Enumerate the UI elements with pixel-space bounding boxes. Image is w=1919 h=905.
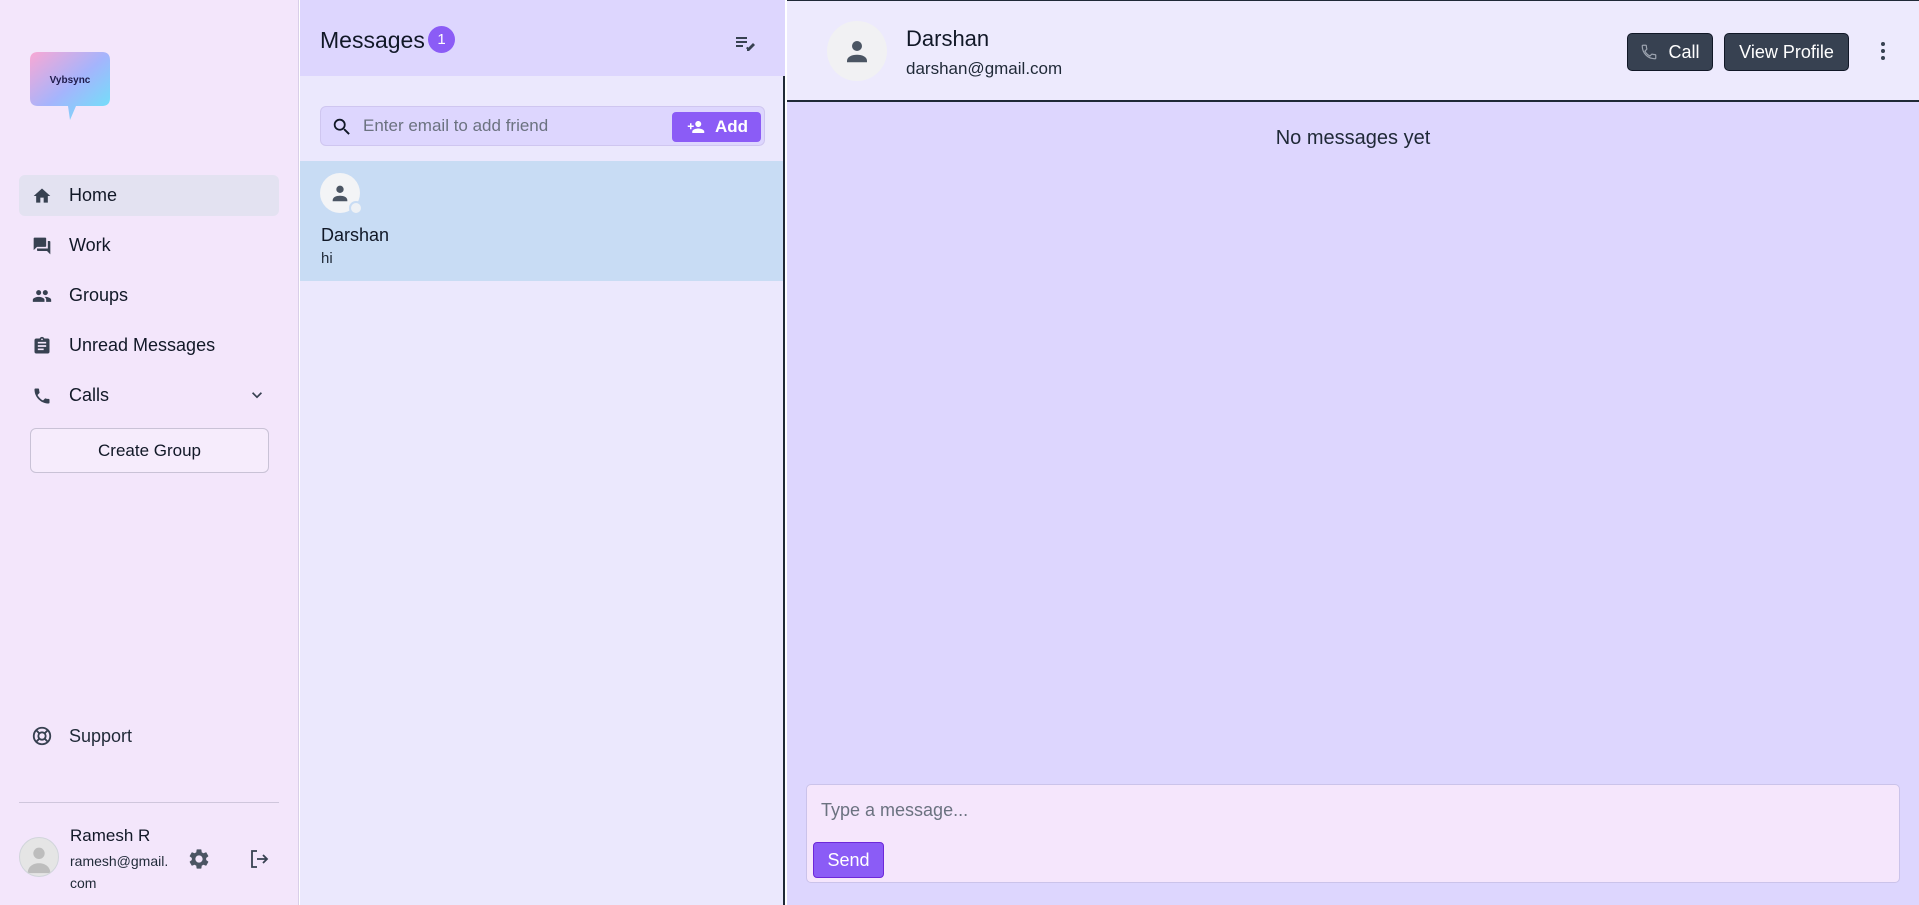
add-button-label: Add — [714, 117, 749, 136]
create-group-button[interactable]: Create Group — [30, 428, 269, 473]
person-icon — [332, 185, 348, 202]
message-composer: Send — [806, 784, 1900, 883]
user-email: ramesh@gmail.com — [70, 853, 169, 891]
add-friend-search: Add — [320, 106, 765, 146]
contact-email: darshan@gmail.com — [906, 59, 1063, 78]
messages-title: Messages — [320, 27, 425, 53]
chat-panel: Darshan darshan@gmail.com Call View Prof… — [787, 0, 1919, 905]
sidebar-item-calls[interactable]: Calls — [19, 375, 279, 416]
sidebar: Vybsync Home Work Groups Unread Messages… — [0, 0, 299, 905]
sidebar-item-home[interactable]: Home — [19, 175, 279, 216]
sidebar-item-label: Work — [69, 235, 111, 255]
empty-messages-text: No messages yet — [1275, 127, 1431, 149]
logo-text: Vybsync — [50, 75, 91, 86]
gear-icon[interactable] — [187, 847, 211, 871]
contact-name: Darshan — [906, 26, 990, 51]
chat-contact-name: Darshan — [321, 225, 390, 245]
search-icon — [331, 116, 353, 138]
sidebar-item-groups[interactable]: Groups — [19, 275, 279, 316]
phone-icon — [31, 385, 53, 407]
add-friend-email-input[interactable] — [363, 111, 663, 141]
sidebar-nav: Home Work Groups Unread Messages Calls — [19, 175, 279, 425]
sidebar-item-work[interactable]: Work — [19, 225, 279, 266]
app-logo[interactable]: Vybsync — [30, 50, 112, 122]
support-link[interactable]: Support — [31, 725, 132, 747]
sidebar-divider — [19, 802, 279, 803]
compose-icon[interactable] — [733, 31, 757, 55]
chat-header: Darshan darshan@gmail.com Call View Prof… — [787, 1, 1919, 102]
more-options-icon[interactable] — [1871, 39, 1895, 63]
user-name: Ramesh R — [70, 826, 151, 845]
person-add-icon — [687, 121, 705, 133]
sidebar-item-unread-messages[interactable]: Unread Messages — [19, 325, 279, 366]
call-button-label: Call — [1668, 41, 1700, 62]
call-button[interactable]: Call — [1627, 33, 1713, 71]
chevron-down-icon[interactable] — [247, 385, 267, 405]
current-user: Ramesh R ramesh@gmail.com — [19, 824, 289, 894]
sidebar-item-label: Unread Messages — [69, 335, 216, 355]
messages-header: Messages 1 — [300, 0, 785, 76]
message-input[interactable] — [821, 795, 1881, 825]
sidebar-item-label: Groups — [69, 285, 129, 305]
avatar[interactable] — [19, 837, 59, 877]
add-friend-button[interactable]: Add — [672, 112, 761, 142]
presence-dot — [349, 201, 363, 215]
send-button[interactable]: Send — [813, 842, 884, 878]
forum-icon — [31, 235, 53, 257]
people-icon — [31, 285, 53, 307]
chat-last-message: hi — [321, 250, 333, 267]
contact-avatar[interactable] — [827, 21, 887, 81]
messages-panel: Messages 1 Add Darshan hi — [300, 0, 785, 905]
phone-icon — [1642, 44, 1657, 60]
sidebar-item-label: Calls — [69, 385, 110, 405]
unread-count-badge: 1 — [428, 26, 455, 53]
chat-list-item[interactable]: Darshan hi — [300, 161, 783, 281]
lifebuoy-icon — [31, 725, 53, 747]
view-profile-button[interactable]: View Profile — [1724, 33, 1849, 71]
person-icon — [847, 41, 867, 63]
sidebar-item-label: Home — [69, 185, 118, 205]
clipboard-icon — [31, 335, 53, 357]
support-label: Support — [69, 725, 133, 746]
logout-icon[interactable] — [247, 847, 271, 871]
home-icon — [31, 185, 53, 207]
